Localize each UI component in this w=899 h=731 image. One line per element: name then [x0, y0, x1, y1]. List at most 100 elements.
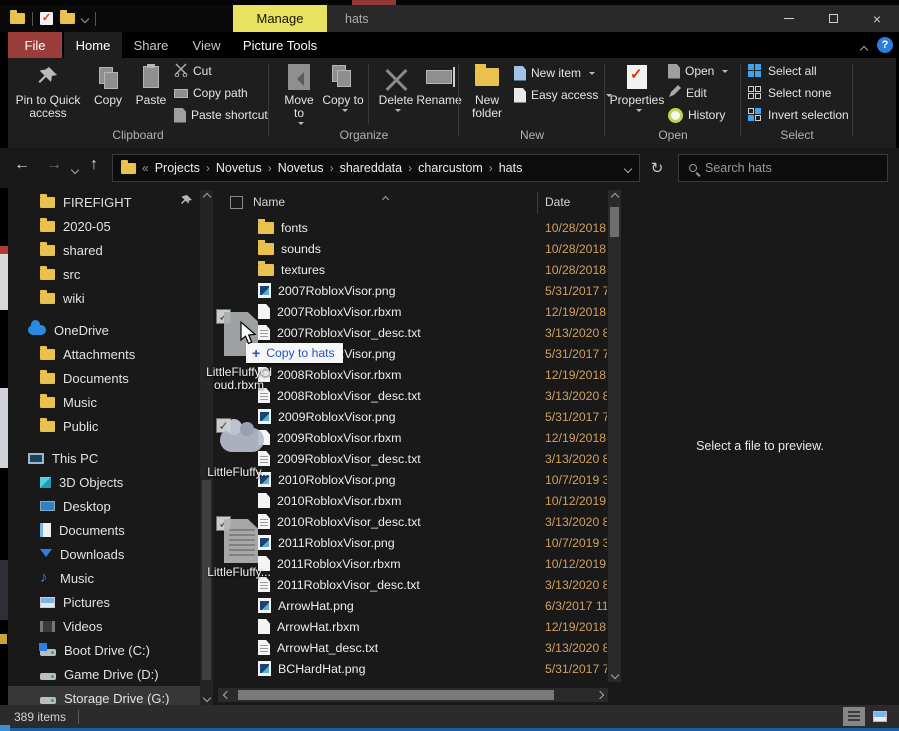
sidebar-item-shared[interactable]: shared [8, 238, 200, 262]
breadcrumb-item[interactable]: hats [499, 161, 523, 175]
copy-to-button[interactable]: Copy to [322, 60, 364, 126]
history-button[interactable]: History [668, 105, 725, 125]
breadcrumb-item[interactable]: Projects [155, 161, 200, 175]
qat-customize-chevron-icon[interactable] [81, 14, 89, 22]
scroll-down-arrow[interactable] [608, 668, 621, 682]
file-row[interactable]: fonts10/28/2018 [218, 217, 608, 238]
qat-folder-icon[interactable] [10, 13, 25, 24]
sidebar-item-attachments[interactable]: Attachments [8, 342, 200, 366]
back-button[interactable]: ← [14, 156, 30, 174]
tab-home[interactable]: Home [64, 32, 122, 58]
scroll-left-arrow[interactable] [220, 688, 233, 702]
sidebar-item-videos[interactable]: Videos [8, 614, 200, 638]
sidebar-item-this-pc[interactable]: This PC [8, 446, 200, 470]
sort-ascending-icon[interactable] [383, 191, 388, 205]
paste-shortcut-button[interactable]: Paste shortcut [174, 105, 268, 125]
sidebar-item-documents[interactable]: Documents [8, 518, 200, 542]
file-list-scrollbar[interactable] [608, 190, 621, 682]
refresh-button[interactable]: ↻ [644, 154, 670, 182]
sidebar-item-3d-objects[interactable]: 3D Objects [8, 470, 200, 494]
sidebar-item-desktop[interactable]: Desktop [8, 494, 200, 518]
file-row[interactable]: 2009RobloxVisor.rbxm12/19/2018 [218, 427, 608, 448]
sidebar-item-storage-drive[interactable]: Storage Drive (G:) [8, 686, 200, 705]
edit-button[interactable]: Edit [668, 83, 707, 103]
select-all-button[interactable]: Select all [748, 61, 817, 81]
tab-picture-tools[interactable]: Picture Tools [233, 32, 327, 58]
minimize-button[interactable] [767, 5, 811, 32]
file-row[interactable]: 2007RobloxVisor.png5/31/2017 7 [218, 280, 608, 301]
scroll-right-arrow[interactable] [593, 688, 606, 702]
qat-properties-icon[interactable]: ✓ [40, 12, 53, 25]
file-row[interactable]: textures10/28/2018 [218, 259, 608, 280]
select-none-button[interactable]: Select none [748, 83, 831, 103]
scroll-up-arrow[interactable] [200, 190, 213, 204]
thumbnail-view-button[interactable] [869, 707, 891, 726]
maximize-button[interactable] [811, 5, 855, 32]
sidebar-item-music[interactable]: ♪ Music [8, 566, 200, 590]
forward-button[interactable]: → [46, 156, 62, 174]
easy-access-button[interactable]: Easy access [514, 85, 612, 105]
file-row[interactable]: sounds10/28/2018 [218, 238, 608, 259]
search-input[interactable] [705, 161, 865, 175]
scrollbar-thumb[interactable] [610, 207, 619, 237]
sidebar-item-wiki[interactable]: wiki [8, 286, 200, 310]
sidebar-item-public[interactable]: Public [8, 414, 200, 438]
breadcrumb-overflow-icon[interactable]: « [142, 161, 149, 175]
sidebar-scrollbar[interactable] [200, 190, 213, 705]
scrollbar-thumb[interactable] [238, 690, 554, 700]
collapse-ribbon-chevron-icon[interactable] [861, 42, 867, 56]
copy-path-button[interactable]: Copy path [174, 83, 248, 103]
sidebar-item-onedrive[interactable]: OneDrive [8, 318, 200, 342]
file-row[interactable]: BCHardHat.png5/31/2017 7 [218, 658, 608, 679]
file-row[interactable]: 2007RobloxVisor_desc.txt3/13/2020 8 [218, 322, 608, 343]
breadcrumb[interactable]: « Projects › Novetus › Novetus › sharedd… [112, 154, 640, 182]
sidebar-item-src[interactable]: src [8, 262, 200, 286]
breadcrumb-item[interactable]: Novetus [278, 161, 324, 175]
address-dropdown-chevron-icon[interactable] [625, 161, 631, 175]
new-folder-button[interactable]: New folder [464, 60, 510, 126]
column-header-name[interactable]: Name [253, 195, 285, 209]
breadcrumb-item[interactable]: Novetus [216, 161, 262, 175]
sidebar-item-firefight[interactable]: FIREFIGHT [8, 190, 200, 214]
sidebar-item-onedrive-music[interactable]: Music [8, 390, 200, 414]
cut-button[interactable]: Cut [174, 61, 212, 81]
scrollbar-thumb[interactable] [202, 480, 211, 680]
open-button[interactable]: Open [668, 61, 728, 81]
sidebar-item-game-drive[interactable]: Game Drive (D:) [8, 662, 200, 686]
properties-button[interactable]: Properties [610, 60, 664, 126]
scroll-down-arrow[interactable] [200, 691, 213, 705]
column-header-date[interactable]: Date [545, 195, 570, 209]
up-button[interactable]: ↑ [90, 156, 98, 174]
sidebar-item-downloads[interactable]: Downloads [8, 542, 200, 566]
contextual-tab-manage[interactable]: Manage [233, 5, 327, 32]
close-button[interactable]: × [855, 5, 899, 32]
select-all-checkbox[interactable] [230, 196, 243, 209]
pin-to-quick-access-button[interactable]: Pin to Quick access [10, 60, 86, 126]
file-row[interactable]: 2011RobloxVisor.png10/7/2019 3 [218, 532, 608, 553]
tab-share[interactable]: Share [122, 32, 180, 58]
breadcrumb-item[interactable]: shareddata [340, 161, 403, 175]
sidebar-item-pictures[interactable]: Pictures [8, 590, 200, 614]
file-row[interactable]: ArrowHat_desc.txt3/13/2020 8 [218, 637, 608, 658]
invert-selection-button[interactable]: Invert selection [748, 105, 849, 125]
move-to-button[interactable]: Move to [278, 60, 320, 126]
sidebar-item-2020-05[interactable]: 2020-05 [8, 214, 200, 238]
file-row[interactable]: ArrowHat.png6/3/2017 11 [218, 595, 608, 616]
file-row[interactable]: 2010RobloxVisor_desc.txt3/13/2020 8 [218, 511, 608, 532]
paste-button[interactable]: Paste [130, 60, 172, 126]
recent-locations-chevron-icon[interactable] [72, 162, 78, 176]
file-row[interactable]: ArrowHat.rbxm12/19/2018 [218, 616, 608, 637]
file-row[interactable]: 2010RobloxVisor.rbxm10/12/2019 [218, 490, 608, 511]
new-item-button[interactable]: New item [514, 63, 595, 83]
help-button[interactable]: ? [877, 37, 893, 53]
search-box[interactable] [678, 154, 888, 182]
column-divider[interactable] [537, 192, 538, 214]
details-view-button[interactable] [843, 707, 865, 726]
breadcrumb-item[interactable]: charcustom [418, 161, 483, 175]
tab-file[interactable]: File [8, 32, 62, 58]
file-row[interactable]: 2007RobloxVisor.rbxm12/19/2018 [218, 301, 608, 322]
horizontal-scrollbar[interactable] [218, 688, 608, 702]
tab-view[interactable]: View [180, 32, 233, 58]
sidebar-item-onedrive-documents[interactable]: Documents [8, 366, 200, 390]
file-row[interactable]: 2009RobloxVisor.png5/31/2017 7 [218, 406, 608, 427]
